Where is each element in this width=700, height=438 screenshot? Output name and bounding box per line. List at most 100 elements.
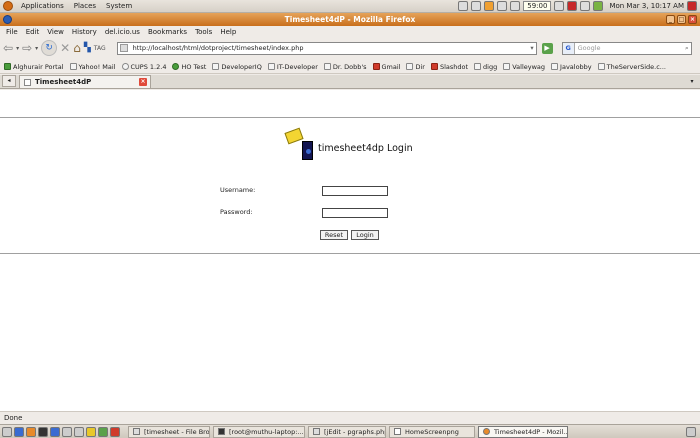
firefox-launcher-icon[interactable] xyxy=(484,1,495,11)
login-header: timesheet4dp Login xyxy=(284,127,413,164)
page-icon xyxy=(503,63,511,70)
menubar: File Edit View History del.icio.us Bookm… xyxy=(0,26,700,38)
firefox-window-icon[interactable] xyxy=(3,15,12,24)
tab-list-dropdown-icon[interactable]: ▾ xyxy=(687,76,697,88)
slashdot-icon xyxy=(430,63,438,70)
applications-menu[interactable]: Applications xyxy=(16,2,69,10)
firefox-launcher-icon[interactable] xyxy=(26,426,36,437)
bookmark-developeriq[interactable]: DeveloperIQ xyxy=(212,63,262,71)
tag-button[interactable]: TAG xyxy=(94,45,106,52)
search-go-icon[interactable]: ⌕ xyxy=(685,44,689,53)
system-menu[interactable]: System xyxy=(101,2,137,10)
menu-history[interactable]: History xyxy=(68,28,101,36)
bookmark-theserverside[interactable]: TheServerSide.c... xyxy=(597,62,666,71)
window-titlebar[interactable]: Timesheet4dP - Mozilla Firefox _ □ × xyxy=(0,13,700,26)
update-icon[interactable] xyxy=(593,1,604,11)
green-leaf-icon xyxy=(172,63,180,70)
network-icon[interactable] xyxy=(497,1,508,11)
back-button[interactable]: ⇦ xyxy=(3,40,13,56)
firefox-icon xyxy=(483,428,490,435)
menu-bookmarks[interactable]: Bookmarks xyxy=(144,28,191,36)
vlc-launcher-icon[interactable] xyxy=(86,426,96,437)
bookmark-yahoo-mail[interactable]: Yahoo! Mail xyxy=(69,63,116,71)
page-content: timesheet4dp Login Username: Password: R… xyxy=(0,90,700,411)
bookmark-dir[interactable]: Dir xyxy=(406,63,425,71)
delicious-button[interactable]: ▚ xyxy=(84,40,91,56)
reload-button[interactable]: ↻ xyxy=(41,40,58,56)
bookmark-ho-test[interactable]: HO Test xyxy=(172,63,206,71)
display-icon[interactable] xyxy=(580,1,591,11)
bookmark-alghurair-portal[interactable]: Alghurair Portal xyxy=(4,63,64,71)
edit-icon[interactable] xyxy=(458,1,469,11)
show-desktop-icon[interactable] xyxy=(2,426,12,437)
menu-view[interactable]: View xyxy=(43,28,68,36)
bookmark-valleywag[interactable]: Valleywag xyxy=(503,63,545,71)
task-file-browser[interactable]: [timesheet - File Bro... xyxy=(128,425,210,438)
password-input[interactable] xyxy=(322,208,388,218)
bookmark-label: TheServerSide.c... xyxy=(606,62,666,71)
bookmark-it-developer[interactable]: IT-Developer xyxy=(267,62,318,71)
timesheet-logo-icon xyxy=(284,127,316,164)
stop-button[interactable]: ✕ xyxy=(60,40,70,56)
menu-file[interactable]: File xyxy=(2,28,22,36)
task-terminal[interactable]: [root@muthu-laptop:... xyxy=(213,425,305,438)
close-button[interactable]: × xyxy=(688,15,697,24)
bookmark-digg[interactable]: digg xyxy=(474,63,497,71)
editor-launcher-icon[interactable] xyxy=(50,426,60,437)
workspace-switcher-icon[interactable] xyxy=(686,426,696,437)
volume-icon[interactable] xyxy=(554,1,565,11)
browser-launcher-icon[interactable] xyxy=(14,426,24,437)
file-manager-launcher-icon[interactable] xyxy=(62,426,72,437)
bookmark-label: IT-Developer xyxy=(276,62,318,71)
bookmark-slashdot[interactable]: Slashdot xyxy=(430,63,468,71)
battery-indicator[interactable]: 59:00 xyxy=(523,1,552,11)
home-button[interactable]: ⌂ xyxy=(73,40,81,56)
menu-help[interactable]: Help xyxy=(216,28,240,36)
bookmark-javalobby[interactable]: Javalobby xyxy=(551,63,592,71)
ubuntu-logo-icon[interactable] xyxy=(3,1,13,11)
google-search-icon[interactable]: G xyxy=(562,42,575,54)
task-jedit[interactable]: [jEdit - pgraphs.php] xyxy=(308,425,386,438)
menu-tools[interactable]: Tools xyxy=(191,28,216,36)
bookmark-dr-dobbs[interactable]: Dr. Dobb's xyxy=(323,63,367,71)
power-icon[interactable] xyxy=(687,1,697,11)
tab-close-icon[interactable]: × xyxy=(139,78,147,86)
search-input[interactable]: G Google ⌕ xyxy=(561,41,692,55)
tab-scroll-left-icon[interactable]: ◂ xyxy=(2,75,16,87)
login-button[interactable]: Login xyxy=(351,230,379,240)
terminal-icon[interactable] xyxy=(471,1,482,11)
task-homescreen[interactable]: HomeScreenpng xyxy=(389,425,475,438)
back-dropdown-icon[interactable]: ▾ xyxy=(16,45,19,52)
login-title: timesheet4dp Login xyxy=(318,142,413,154)
menu-edit[interactable]: Edit xyxy=(22,28,44,36)
network-status-icon[interactable] xyxy=(567,1,578,11)
bookmark-label: Gmail xyxy=(381,62,401,71)
forward-button[interactable]: ⇨ xyxy=(22,40,32,56)
bookmarks-toolbar: Alghurair Portal Yahoo! Mail CUPS 1.2.4 … xyxy=(0,60,700,74)
bookmark-cups[interactable]: CUPS 1.2.4 xyxy=(121,62,167,71)
window-title: Timesheet4dP - Mozilla Firefox xyxy=(284,15,416,24)
reset-button[interactable]: Reset xyxy=(320,230,348,240)
url-dropdown-icon[interactable]: ▾ xyxy=(530,44,533,52)
forward-dropdown-icon[interactable]: ▾ xyxy=(35,45,38,52)
clock[interactable]: Mon Mar 3, 10:17 AM xyxy=(606,2,684,10)
go-button[interactable]: ▶ xyxy=(541,42,553,54)
cups-icon xyxy=(121,63,129,70)
minimize-button[interactable]: _ xyxy=(666,15,675,24)
menu-delicious[interactable]: del.icio.us xyxy=(101,28,144,36)
page-icon xyxy=(69,63,77,70)
maximize-button[interactable]: □ xyxy=(677,15,686,24)
username-input[interactable] xyxy=(322,186,388,196)
task-firefox[interactable]: Timesheet4dP - Mozil... xyxy=(478,425,568,438)
media-launcher-icon[interactable] xyxy=(110,426,120,437)
bookmark-label: CUPS 1.2.4 xyxy=(130,62,167,71)
mail-icon[interactable] xyxy=(510,1,521,11)
text-editor-launcher-icon[interactable] xyxy=(74,426,84,437)
places-menu[interactable]: Places xyxy=(69,2,101,10)
terminal-launcher-icon[interactable] xyxy=(38,426,48,437)
bookmark-gmail[interactable]: Gmail xyxy=(372,62,401,71)
url-bar[interactable]: http://localhost/html/dotproject/timeshe… xyxy=(116,41,537,55)
app-launcher-icon[interactable] xyxy=(98,426,108,437)
tab-timesheet4dp[interactable]: Timesheet4dP × xyxy=(19,75,151,88)
url-text[interactable]: http://localhost/html/dotproject/timeshe… xyxy=(133,44,304,52)
